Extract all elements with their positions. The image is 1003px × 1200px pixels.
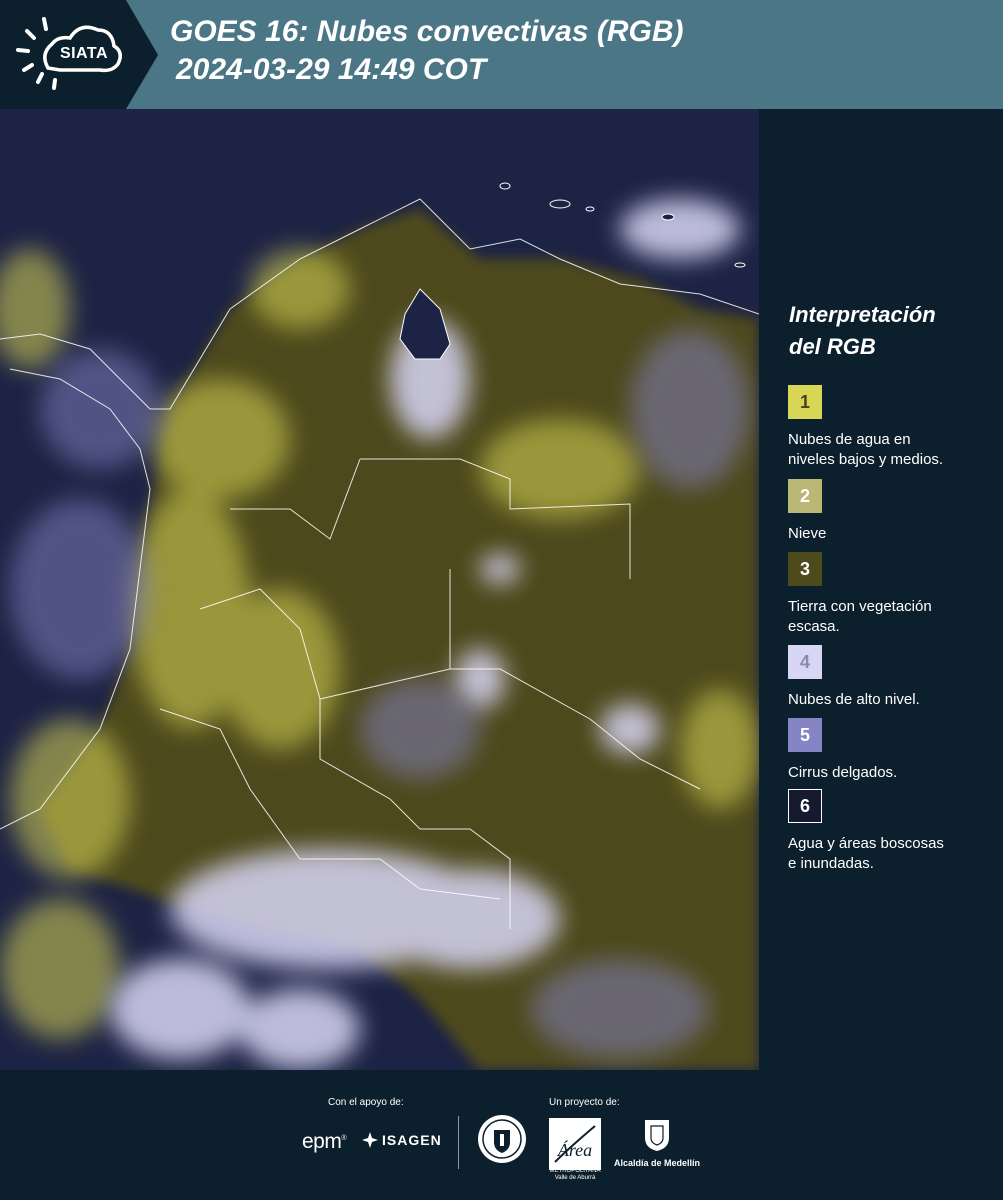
legend-title-line2: del RGB [789, 334, 876, 359]
legend-label-6-line2: e inundadas. [788, 855, 874, 872]
legend-label-4: Nubes de alto nivel. [788, 690, 998, 710]
legend-item-2: 2 Nieve [788, 479, 998, 544]
legend-label-5-line1: Cirrus delgados. [788, 764, 898, 781]
legend-item-5: 5 Cirrus delgados. [788, 718, 998, 783]
epm-logo-text: epm [302, 1130, 342, 1153]
alcaldia-label: Alcaldía de Medellín [613, 1158, 701, 1168]
legend-swatch-5: 5 [788, 718, 822, 752]
legend-label-2: Nieve [788, 524, 998, 544]
area-metropolitana-logo[interactable]: Área [549, 1118, 601, 1170]
legend-label-4-line1: Nubes de alto nivel. [788, 691, 920, 708]
legend-swatch-3: 3 [788, 552, 822, 586]
area-line1: METROPOLITANA [549, 1168, 601, 1174]
alcaldia-shield-icon[interactable] [643, 1118, 671, 1152]
legend-number-6: 6 [799, 795, 810, 816]
page-timestamp: 2024-03-29 14:49 COT [176, 53, 487, 86]
legend-number-5: 5 [799, 724, 810, 745]
legend-number-4: 4 [799, 651, 810, 672]
legend-number-3: 3 [799, 558, 810, 579]
legend-swatch-4: 4 [788, 645, 822, 679]
sponsor-footer: Con el apoyo de: Un proyecto de: epm® IS… [0, 1070, 1003, 1200]
legend-label-3: Tierra con vegetación escasa. [788, 597, 998, 637]
legend-number-1: 1 [799, 391, 810, 412]
legend-swatch-1: 1 [788, 385, 822, 419]
isagen-logo[interactable]: ISAGEN [362, 1132, 442, 1148]
legend-label-1: Nubes de agua en niveles bajos y medios. [788, 430, 998, 470]
legend-title-line1: Interpretación [789, 302, 936, 327]
siata-logo[interactable]: SIATA [0, 0, 158, 109]
university-seal-icon[interactable] [477, 1114, 527, 1164]
legend-label-3-line2: escasa. [788, 618, 840, 635]
isagen-logo-text: ISAGEN [382, 1132, 442, 1148]
legend-label-1-line1: Nubes de agua en [788, 431, 911, 448]
satellite-image [0, 109, 759, 1070]
legend-item-3: 3 Tierra con vegetación escasa. [788, 552, 998, 637]
project-label: Un proyecto de: [549, 1097, 620, 1108]
footer-divider [458, 1116, 459, 1169]
legend-swatch-6: 6 [788, 789, 822, 823]
area-script-text: Área [557, 1139, 592, 1160]
legend-number-2: 2 [799, 485, 810, 506]
legend-item-4: 4 Nubes de alto nivel. [788, 645, 998, 710]
satellite-map[interactable] [0, 109, 759, 1070]
page-title: GOES 16: Nubes convectivas (RGB) [170, 15, 684, 48]
area-metropolitana-label: METROPOLITANA Valle de Aburrá [549, 1168, 601, 1182]
logo-label: SIATA [59, 45, 109, 62]
legend-swatch-2: 2 [788, 479, 822, 513]
legend-label-6-line1: Agua y áreas boscosas [788, 835, 944, 852]
support-label: Con el apoyo de: [328, 1097, 404, 1108]
legend-item-6: 6 Agua y áreas boscosas e inundadas. [788, 789, 998, 874]
legend-label-3-line1: Tierra con vegetación [788, 598, 932, 615]
isagen-star-icon [362, 1132, 378, 1148]
legend-label-6: Agua y áreas boscosas e inundadas. [788, 834, 998, 874]
legend-label-5: Cirrus delgados. [788, 763, 998, 783]
legend-item-1: 1 Nubes de agua en niveles bajos y medio… [788, 385, 998, 470]
registered-icon: ® [341, 1135, 347, 1142]
legend-title: Interpretación del RGB [789, 299, 999, 363]
legend-label-1-line2: niveles bajos y medios. [788, 451, 944, 468]
rgb-legend: Interpretación del RGB 1 Nubes de agua e… [760, 109, 1003, 1070]
epm-logo[interactable]: epm® [302, 1130, 346, 1154]
area-line2: Valle de Aburrá [554, 1175, 596, 1181]
legend-label-2-line1: Nieve [788, 525, 827, 542]
header-bar: SIATA GOES 16: Nubes convectivas (RGB) 2… [0, 0, 1003, 109]
